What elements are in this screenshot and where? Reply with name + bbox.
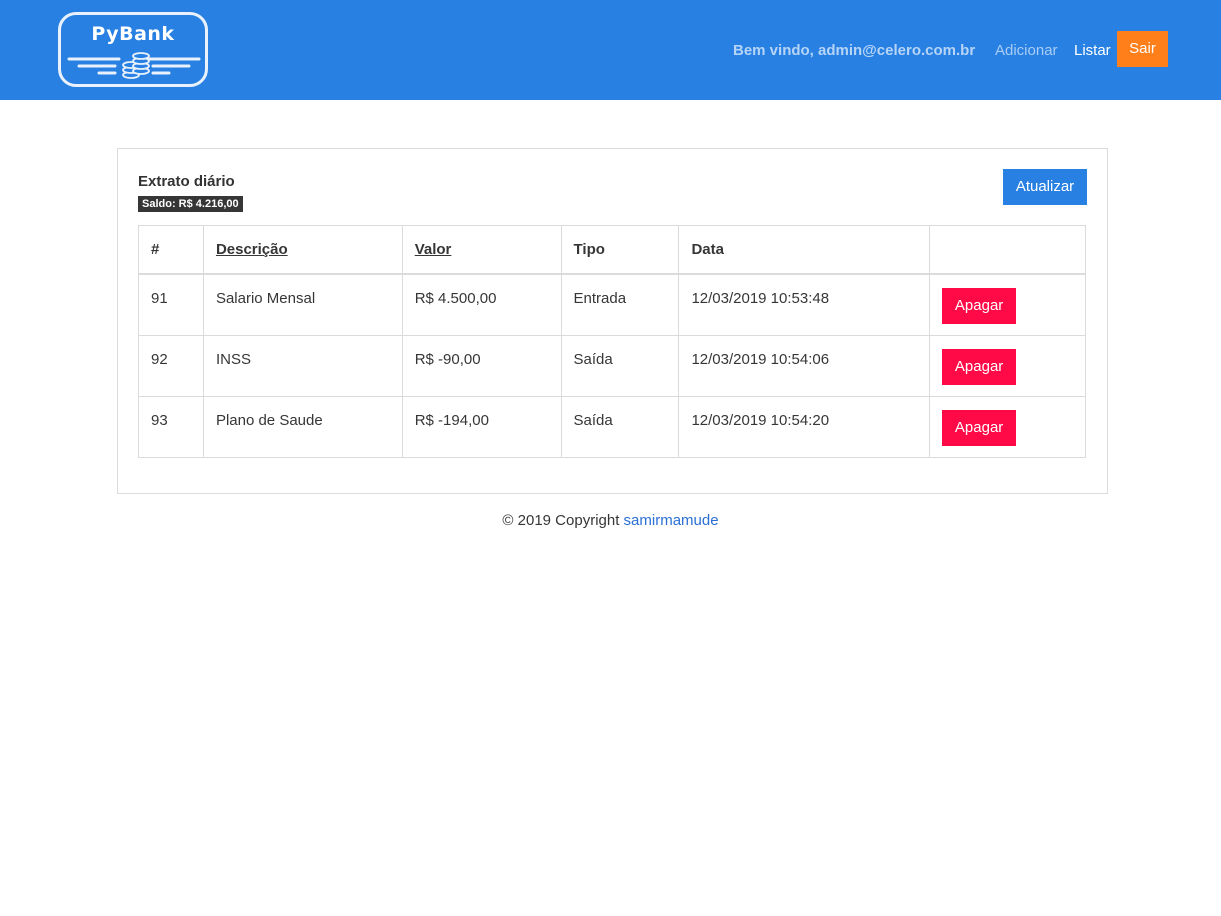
cell-description: Plano de Saude <box>202 395 403 458</box>
welcome-message: Bem vindo, admin@celero.com.br <box>733 42 976 59</box>
column-header-data: Data <box>678 225 931 275</box>
balance-badge: Saldo: R$ 4.216,00 <box>138 196 243 212</box>
cell-id: 93 <box>138 395 204 458</box>
cell-type: Saída <box>560 395 680 458</box>
logout-button[interactable]: Sair <box>1117 31 1168 67</box>
table-row: 91 Salario Mensal R$ 4.500,00 Entrada 12… <box>138 273 1086 336</box>
table-row: 92 INSS R$ -90,00 Saída 12/03/2019 10:54… <box>138 334 1086 397</box>
nav-link-adicionar[interactable]: Adicionar <box>995 42 1058 59</box>
brand-name: PyBank <box>91 23 175 45</box>
cell-date: 12/03/2019 10:54:06 <box>678 334 931 397</box>
page-footer: © 2019 Copyright samirmamude <box>0 512 1221 529</box>
cell-actions: Apagar <box>929 273 1086 336</box>
cell-id: 91 <box>138 273 204 336</box>
delete-button[interactable]: Apagar <box>942 288 1017 324</box>
delete-button[interactable]: Apagar <box>942 409 1017 446</box>
delete-button[interactable]: Apagar <box>942 348 1017 385</box>
table-row: 93 Plano de Saude R$ -194,00 Saída 12/03… <box>138 395 1086 458</box>
statement-card: Extrato diário Saldo: R$ 4.216,00 Atuali… <box>117 148 1108 494</box>
column-header-descricao[interactable]: Descrição <box>202 225 403 275</box>
coins-stack-icon <box>67 52 201 79</box>
transactions-table: # Descrição Valor Tipo Data 91 Salario M… <box>138 225 1086 458</box>
top-navbar: PyBank Bem vindo, admin@celero.com.br Ad… <box>0 0 1221 100</box>
cell-value: R$ -90,00 <box>401 334 562 397</box>
nav-link-listar[interactable]: Listar <box>1074 42 1111 59</box>
cell-date: 12/03/2019 10:53:48 <box>678 273 931 336</box>
cell-type: Saída <box>560 334 680 397</box>
pybank-logo[interactable]: PyBank <box>58 12 208 87</box>
update-button[interactable]: Atualizar <box>1003 169 1087 205</box>
cell-description: Salario Mensal <box>202 273 403 336</box>
cell-date: 12/03/2019 10:54:20 <box>678 395 931 458</box>
cell-value: R$ 4.500,00 <box>401 273 562 336</box>
column-header-tipo: Tipo <box>560 225 680 275</box>
statement-title: Extrato diário <box>138 173 235 190</box>
column-header-id: # <box>138 225 204 275</box>
cell-id: 92 <box>138 334 204 397</box>
column-header-actions <box>929 225 1086 275</box>
cell-type: Entrada <box>560 273 680 336</box>
cell-value: R$ -194,00 <box>401 395 562 458</box>
cell-actions: Apagar <box>929 395 1086 458</box>
table-header-row: # Descrição Valor Tipo Data <box>138 225 1086 275</box>
column-header-valor[interactable]: Valor <box>401 225 562 275</box>
cell-actions: Apagar <box>929 334 1086 397</box>
footer-copyright: © 2019 Copyright <box>502 512 620 529</box>
cell-description: INSS <box>202 334 403 397</box>
footer-author-link[interactable]: samirmamude <box>624 512 719 529</box>
